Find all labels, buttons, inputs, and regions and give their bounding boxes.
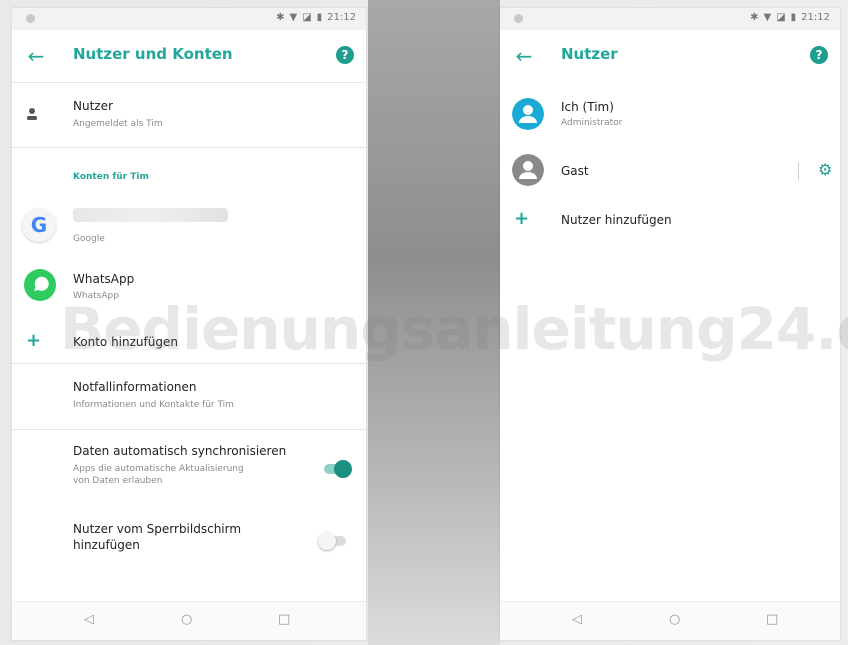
- navigation-bar: ◁ ○ □: [500, 601, 840, 640]
- add-user-label: Nutzer hinzufügen: [561, 213, 672, 227]
- wifi-icon: ▼: [763, 12, 772, 23]
- status-bar: ✱ ▼ ◪ ▮ 21:12: [12, 8, 366, 30]
- right-screen: ✱ ▼ ◪ ▮ 21:12 ← Nutzer ? Ich (Tim) Admin…: [500, 8, 840, 640]
- nav-recents-icon[interactable]: □: [766, 612, 778, 627]
- separator: [798, 162, 799, 180]
- lockscreen-title-line2: hinzufügen: [73, 538, 140, 552]
- nav-home-icon[interactable]: ○: [669, 612, 680, 627]
- user-item-tim[interactable]: Ich (Tim) Administrator: [500, 94, 840, 138]
- help-icon[interactable]: ?: [336, 46, 354, 64]
- users-item-subtitle: Angemeldet als Tim: [73, 119, 163, 129]
- divider: [12, 429, 366, 430]
- page-title: Nutzer: [561, 45, 618, 63]
- gear-icon[interactable]: ⚙: [818, 160, 832, 179]
- account-email-redacted: [73, 208, 228, 222]
- navigation-bar: ◁ ○ □: [12, 601, 366, 640]
- add-account-button[interactable]: + Konto hinzufügen: [12, 326, 366, 360]
- google-logo-icon: G: [22, 208, 56, 242]
- nav-recents-icon[interactable]: □: [278, 612, 290, 627]
- account-item-whatsapp[interactable]: WhatsApp WhatsApp: [12, 258, 366, 312]
- user-item-guest[interactable]: Gast ⚙: [500, 148, 840, 192]
- nav-home-icon[interactable]: ○: [181, 612, 192, 627]
- lockscreen-add-users-toggle[interactable]: [318, 532, 346, 550]
- auto-sync-item[interactable]: Daten automatisch synchronisieren Apps d…: [12, 434, 366, 506]
- auto-sync-title: Daten automatisch synchronisieren: [73, 444, 287, 458]
- notification-dot-icon: [514, 14, 523, 23]
- account-item-whatsapp-subtitle: WhatsApp: [73, 291, 119, 301]
- account-item-whatsapp-title: WhatsApp: [73, 272, 135, 286]
- user-name: Ich (Tim): [561, 100, 614, 114]
- emergency-info-subtitle: Informationen und Kontakte für Tim: [73, 400, 234, 410]
- users-item[interactable]: Nutzer Angemeldet als Tim: [12, 83, 366, 145]
- left-screen: ✱ ▼ ◪ ▮ 21:12 ← Nutzer und Konten ? Nutz…: [12, 8, 366, 640]
- guest-name: Gast: [561, 164, 589, 178]
- lockscreen-add-users-item[interactable]: Nutzer vom Sperrbildschirm hinzufügen: [12, 514, 366, 570]
- plus-icon: +: [514, 208, 530, 229]
- wifi-icon: ▼: [289, 12, 298, 23]
- app-bar: ← Nutzer ?: [500, 30, 840, 82]
- background-gap: [368, 0, 500, 645]
- section-label-accounts: Konten für Tim: [73, 172, 149, 182]
- lockscreen-title-line1: Nutzer vom Sperrbildschirm: [73, 522, 242, 536]
- page-title: Nutzer und Konten: [73, 45, 233, 63]
- status-bar: ✱ ▼ ◪ ▮ 21:12: [500, 8, 840, 30]
- person-icon: [27, 108, 37, 120]
- notification-dot-icon: [26, 14, 35, 23]
- status-time: 21:12: [327, 12, 356, 23]
- sim-icon: ◪: [776, 12, 786, 23]
- add-account-label: Konto hinzufügen: [73, 335, 178, 349]
- emergency-info-title: Notfallinformationen: [73, 380, 197, 394]
- nav-back-icon[interactable]: ◁: [84, 612, 94, 627]
- status-time: 21:12: [801, 12, 830, 23]
- bluetooth-icon: ✱: [276, 12, 285, 23]
- auto-sync-subtitle-line1: Apps die automatische Aktualisierung: [73, 464, 244, 474]
- whatsapp-logo-icon: [24, 269, 56, 301]
- divider: [12, 363, 366, 364]
- account-item-google[interactable]: G Google: [12, 198, 366, 256]
- user-role: Administrator: [561, 118, 623, 128]
- nav-back-icon[interactable]: ◁: [572, 612, 582, 627]
- battery-icon: ▮: [316, 12, 323, 23]
- plus-icon: +: [26, 330, 42, 351]
- back-arrow-icon[interactable]: ←: [24, 44, 48, 68]
- guest-avatar-icon: [512, 154, 544, 186]
- user-avatar-icon: [512, 98, 544, 130]
- help-icon[interactable]: ?: [810, 46, 828, 64]
- users-item-title: Nutzer: [73, 99, 113, 113]
- bluetooth-icon: ✱: [750, 12, 759, 23]
- divider: [12, 147, 366, 148]
- add-user-button[interactable]: + Nutzer hinzufügen: [500, 204, 840, 238]
- auto-sync-toggle[interactable]: [324, 460, 352, 478]
- app-bar: ← Nutzer und Konten ?: [12, 30, 366, 83]
- emergency-info-item[interactable]: Notfallinformationen Informationen und K…: [12, 368, 366, 426]
- account-item-google-subtitle: Google: [73, 234, 105, 244]
- auto-sync-subtitle-line2: von Daten erlauben: [73, 476, 163, 486]
- back-arrow-icon[interactable]: ←: [512, 44, 536, 68]
- battery-icon: ▮: [790, 12, 797, 23]
- sim-icon: ◪: [302, 12, 312, 23]
